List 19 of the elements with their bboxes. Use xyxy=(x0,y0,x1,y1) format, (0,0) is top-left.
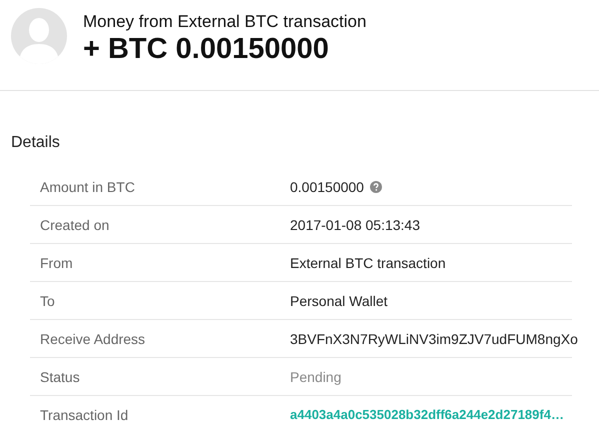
detail-label: Transaction Id xyxy=(39,406,130,422)
detail-value: Pending xyxy=(290,368,342,384)
detail-value: Personal Wallet xyxy=(290,292,388,308)
detail-label: Amount in BTC xyxy=(39,178,136,194)
detail-value: 2017-01-08 05:13:43 xyxy=(290,216,420,232)
transaction-title: Money from External BTC transaction xyxy=(83,12,366,32)
detail-value: External BTC transaction xyxy=(290,254,446,270)
detail-value: 3BVFnX3N7RyWLiNV3im9ZJV7udFUM8ngXo xyxy=(290,330,578,346)
detail-label: Receive Address xyxy=(39,330,146,346)
detail-value: 0.00150000 xyxy=(290,178,364,194)
detail-label: Status xyxy=(39,368,81,384)
detail-label: Created on xyxy=(39,216,110,232)
avatar-icon xyxy=(11,8,67,64)
transaction-amount: + BTC 0.00150000 xyxy=(83,32,330,66)
detail-label: From xyxy=(39,254,74,270)
transaction-link[interactable]: a4403a4a0c535028b32dff6a244e2d27189f4… xyxy=(290,407,564,422)
help-icon[interactable] xyxy=(370,180,382,192)
section-heading: Details xyxy=(11,133,61,153)
detail-label: To xyxy=(39,292,56,308)
